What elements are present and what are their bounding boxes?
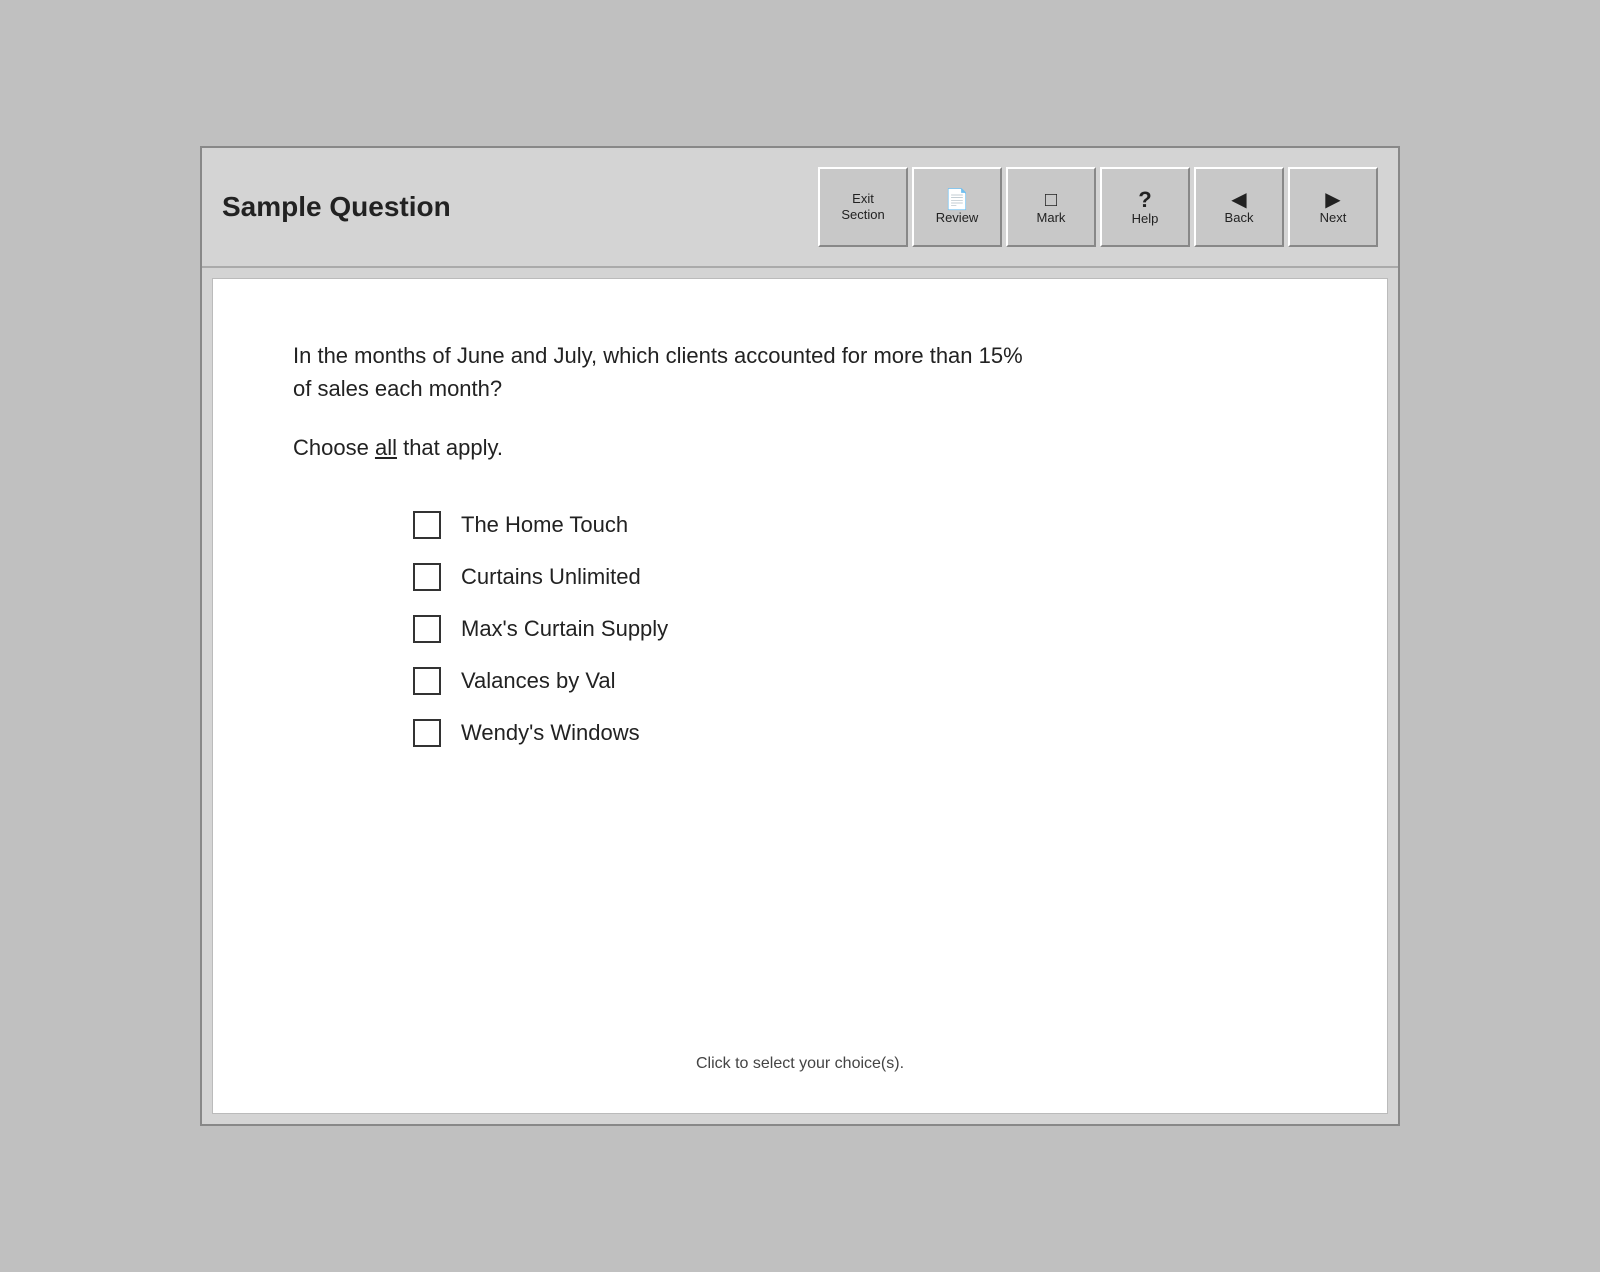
choice-label-curtains-unlimited: Curtains Unlimited [461,564,641,590]
exit-section-label: ExitSection [841,191,884,222]
instruction-suffix: that apply. [397,435,503,460]
exit-section-button[interactable]: ExitSection [818,167,908,247]
help-icon: ? [1138,189,1151,211]
checkbox-valances[interactable] [413,667,441,695]
review-label: Review [936,210,979,226]
choice-label-wendys-windows: Wendy's Windows [461,720,640,746]
checkbox-wendys-windows[interactable] [413,719,441,747]
choices-list: The Home Touch Curtains Unlimited Max's … [413,511,1307,747]
instruction-prefix: Choose [293,435,375,460]
checkbox-home-touch[interactable] [413,511,441,539]
choice-item-maxs-curtain[interactable]: Max's Curtain Supply [413,615,1307,643]
choice-item-home-touch[interactable]: The Home Touch [413,511,1307,539]
exam-frame: Sample Question ExitSection 📄 Review □ M… [200,146,1400,1126]
review-button[interactable]: 📄 Review [912,167,1002,247]
back-label: Back [1225,210,1254,226]
footer-hint-text: Click to select your choice(s). [696,1055,904,1072]
back-icon: ◀ [1231,190,1246,210]
mark-button[interactable]: □ Mark [1006,167,1096,247]
choice-label-maxs-curtain: Max's Curtain Supply [461,616,668,642]
content-area: In the months of June and July, which cl… [212,278,1388,1114]
instruction-emphasis: all [375,435,397,460]
checkbox-maxs-curtain[interactable] [413,615,441,643]
next-icon: ▶ [1325,190,1340,210]
next-button[interactable]: ▶ Next [1288,167,1378,247]
toolbar: ExitSection 📄 Review □ Mark ? Help ◀ Bac… [818,167,1378,247]
choice-item-valances[interactable]: Valances by Val [413,667,1307,695]
mark-icon: □ [1045,190,1057,210]
footer-hint: Click to select your choice(s). [293,1035,1307,1073]
header: Sample Question ExitSection 📄 Review □ M… [202,148,1398,268]
mark-label: Mark [1037,210,1066,226]
next-label: Next [1320,210,1347,226]
review-icon: 📄 [945,190,970,210]
choice-item-curtains-unlimited[interactable]: Curtains Unlimited [413,563,1307,591]
choice-item-wendys-windows[interactable]: Wendy's Windows [413,719,1307,747]
checkbox-curtains-unlimited[interactable] [413,563,441,591]
help-label: Help [1132,211,1159,227]
choice-label-valances: Valances by Val [461,668,616,694]
page-title: Sample Question [222,191,818,223]
instruction-text: Choose all that apply. [293,435,1307,461]
help-button[interactable]: ? Help [1100,167,1190,247]
choice-label-home-touch: The Home Touch [461,512,628,538]
question-text: In the months of June and July, which cl… [293,339,1043,405]
back-button[interactable]: ◀ Back [1194,167,1284,247]
